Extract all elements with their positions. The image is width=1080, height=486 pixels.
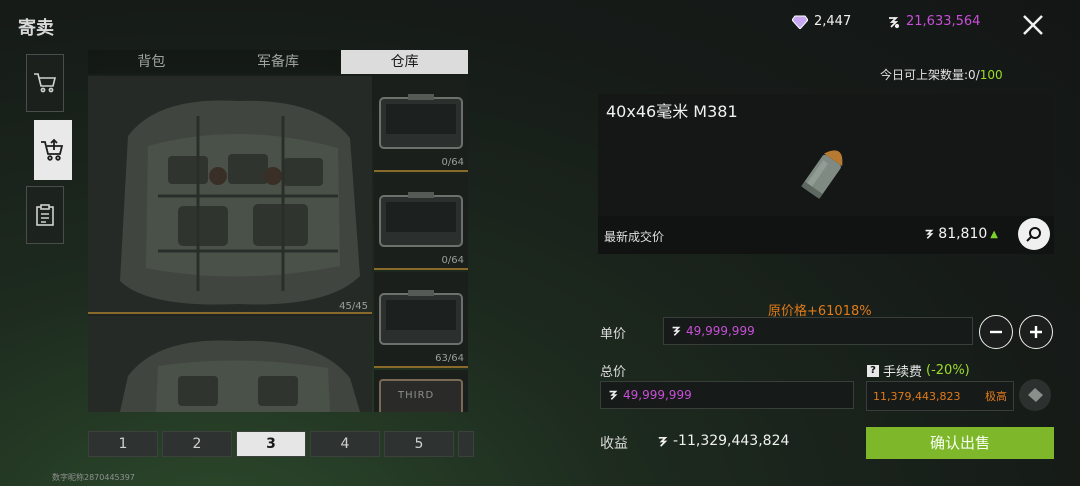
profit-amount: -11,329,443,824: [656, 433, 789, 449]
bag-grid: 45/45: [88, 76, 372, 412]
sidebar-item-sell[interactable]: [34, 120, 72, 180]
search-icon: [1026, 227, 1041, 242]
total-price-value: 49,999,999: [623, 388, 692, 402]
tab-armory[interactable]: 军备库: [215, 50, 342, 74]
coin-icon: [889, 16, 900, 28]
unit-price-value: 49,999,999: [686, 324, 755, 338]
page-button[interactable]: 1: [88, 431, 158, 457]
tab-backpack[interactable]: 背包: [88, 50, 215, 74]
page-title: 寄卖: [18, 18, 54, 39]
sell-cart-icon: [41, 138, 64, 161]
tactical-backpack-icon: [120, 340, 360, 412]
help-icon[interactable]: ?: [867, 364, 879, 377]
profit-value: -11,329,443,824: [673, 433, 790, 449]
limit-current: 0: [968, 68, 976, 82]
daily-listing-limit: 今日可上架数量:0/100: [880, 66, 1003, 83]
capacity-bar: [88, 312, 372, 314]
coin-balance: 21,633,564: [886, 14, 980, 29]
latest-price-value: 81,810: [938, 226, 988, 242]
tactical-backpack-icon: [120, 100, 360, 305]
case-slot[interactable]: 63/64: [374, 272, 468, 368]
case-capacity: 0/64: [441, 157, 464, 168]
unit-price-label: 单价: [600, 327, 627, 342]
bag-slot[interactable]: [88, 316, 372, 412]
coin-icon: [658, 436, 668, 447]
clipboard-icon: [36, 204, 54, 226]
fee-label: 手续费: [883, 365, 923, 380]
sidebar-item-records[interactable]: [26, 186, 64, 244]
case-list: 0/64 0/64 63/64 THIRD: [374, 76, 468, 412]
decrease-price-button[interactable]: [979, 315, 1013, 349]
bag-capacity: 45/45: [339, 301, 368, 312]
page-button[interactable]: 4: [310, 431, 380, 457]
case-brand-label: THIRD: [398, 390, 435, 401]
sidebar-item-buy[interactable]: [26, 54, 64, 112]
minus-icon: [990, 330, 1002, 334]
limit-label: 今日可上架数量:: [880, 68, 969, 82]
unit-price-input[interactable]: 49,999,999: [663, 317, 973, 345]
diamond-icon: [792, 15, 808, 29]
case-capacity: 0/64: [441, 255, 464, 266]
gem-balance: 2,447: [792, 14, 851, 29]
coin-icon: [609, 390, 618, 400]
bag-slot[interactable]: 45/45: [88, 76, 372, 314]
coin-icon: [672, 326, 681, 336]
ticket-icon: [1028, 388, 1043, 402]
fee-coupon-button[interactable]: [1019, 379, 1051, 411]
cart-icon: [34, 73, 57, 93]
latest-price: 81,810 ▲: [923, 226, 998, 242]
gem-amount: 2,447: [814, 14, 852, 29]
grenade-round-icon: [801, 150, 843, 199]
plus-icon: [1030, 326, 1042, 338]
profit-label: 收益: [600, 436, 628, 452]
confirm-sell-button[interactable]: 确认出售: [866, 427, 1054, 459]
player-id: 数字昵称2870445397: [52, 473, 135, 482]
latest-price-row: 最新成交价 81,810 ▲: [598, 216, 1054, 254]
latest-price-label: 最新成交价: [604, 230, 665, 244]
storage-case-icon: [379, 290, 463, 345]
case-slot[interactable]: 0/64: [374, 174, 468, 270]
page-button[interactable]: 5: [384, 431, 454, 457]
case-slot[interactable]: 0/64: [374, 76, 468, 172]
fee-field: 11,379,443,823 极高: [866, 381, 1014, 411]
case-slot[interactable]: THIRD: [374, 370, 468, 412]
case-capacity: 63/64: [435, 353, 464, 364]
storage-case-icon: [379, 192, 463, 247]
fee-label-group: ? 手续费 (-20%): [867, 361, 970, 380]
limit-max: 100: [979, 68, 1003, 82]
price-up-icon: ▲: [990, 228, 998, 240]
storage-case-icon: [379, 94, 463, 149]
page-button[interactable]: 2: [162, 431, 232, 457]
item-detail-panel: 40x46毫米 M381 最新成交价 81,810 ▲: [598, 94, 1054, 254]
tab-warehouse[interactable]: 仓库: [341, 50, 469, 74]
storage-tabs: 背包 军备库 仓库: [88, 50, 469, 74]
coin-amount: 21,633,564: [906, 14, 981, 29]
total-price-label: 总价: [600, 365, 627, 380]
item-name: 40x46毫米 M381: [606, 102, 738, 121]
fee-value: 11,379,443,823: [873, 389, 961, 403]
search-button[interactable]: [1018, 218, 1050, 250]
coin-icon: [925, 229, 934, 239]
page-button-overflow[interactable]: [458, 431, 474, 457]
fee-percent: (-20%): [926, 363, 970, 378]
page-button-active[interactable]: 3: [236, 431, 306, 457]
page-selector: 1 2 3 4 5: [88, 431, 474, 457]
increase-price-button[interactable]: [1019, 315, 1053, 349]
fee-level-tag: 极高: [985, 390, 1007, 403]
close-icon[interactable]: [1018, 10, 1048, 40]
total-price-field: 49,999,999: [600, 381, 854, 409]
